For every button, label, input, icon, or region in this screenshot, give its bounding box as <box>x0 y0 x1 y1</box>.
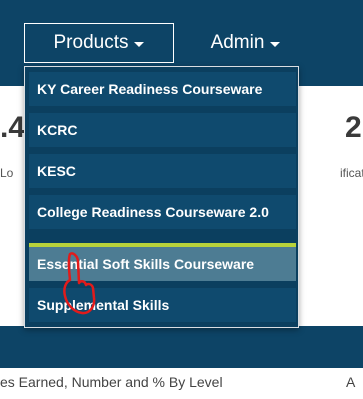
menu-item-label: KESC <box>37 163 76 179</box>
section-title-left: es Earned, Number and % By Level <box>0 374 223 390</box>
caret-down-icon <box>134 41 145 47</box>
stat-value-left: .4 <box>0 111 26 144</box>
nav-admin-button[interactable]: Admin <box>198 23 293 63</box>
menu-item-label: College Readiness Courseware 2.0 <box>37 204 269 220</box>
menu-item-kcrc[interactable]: KCRC <box>29 113 296 147</box>
nav-products-label: Products <box>53 32 129 53</box>
menu-item-kesc[interactable]: KESC <box>29 154 296 188</box>
menu-item-ky-career-readiness[interactable]: KY Career Readiness Courseware <box>29 72 296 106</box>
menu-item-label: Supplemental Skills <box>37 297 170 313</box>
menu-item-label: Essential Soft Skills Courseware <box>37 256 255 272</box>
section-title-right: A <box>346 374 356 390</box>
products-dropdown-menu: KY Career Readiness Courseware KCRC KESC… <box>24 66 299 328</box>
caret-down-icon <box>270 41 281 47</box>
stat-caption-left: Lo <box>0 166 14 180</box>
menu-item-essential-soft-skills[interactable]: Essential Soft Skills Courseware <box>29 247 296 281</box>
menu-item-college-readiness[interactable]: College Readiness Courseware 2.0 <box>29 195 296 229</box>
stat-value-right: 2 <box>345 111 362 144</box>
stat-caption-right: ificat <box>340 166 363 180</box>
section-header-band <box>0 326 363 368</box>
menu-item-label: KY Career Readiness Courseware <box>37 81 263 97</box>
menu-item-label: KCRC <box>37 122 78 138</box>
menu-item-supplemental-skills[interactable]: Supplemental Skills <box>29 288 296 322</box>
nav-admin-label: Admin <box>210 32 265 53</box>
nav-products-button[interactable]: Products <box>24 23 174 63</box>
